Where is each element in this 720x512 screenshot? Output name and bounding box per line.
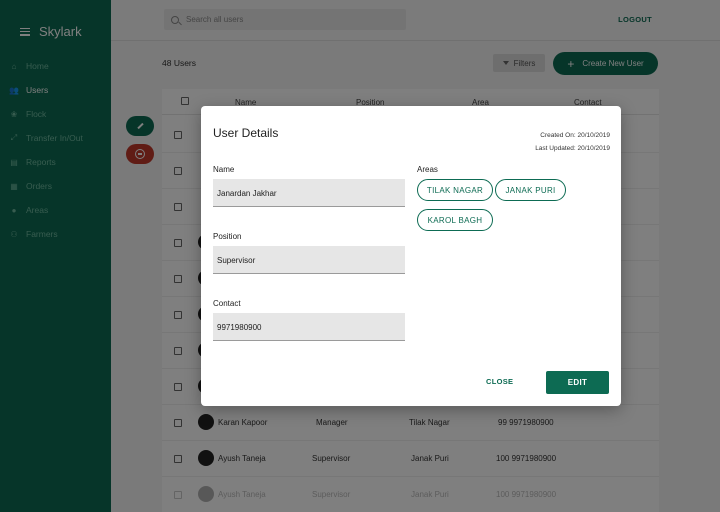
- user-details-modal: User Details Created On: 20/10/2019 Last…: [201, 106, 621, 406]
- last-updated: Last Updated: 20/10/2019: [535, 145, 610, 152]
- close-button[interactable]: CLOSE: [486, 377, 513, 386]
- area-chip[interactable]: TILAK NAGAR: [417, 179, 493, 201]
- position-label: Position: [213, 232, 242, 241]
- modal-meta: Created On: 20/10/2019 Last Updated: 20/…: [535, 129, 610, 155]
- areas-label: Areas: [417, 165, 438, 174]
- contact-field[interactable]: 9971980900: [213, 313, 405, 341]
- area-chip[interactable]: KAROL BAGH: [417, 209, 493, 231]
- modal-title: User Details: [213, 126, 279, 140]
- name-label: Name: [213, 165, 235, 174]
- edit-button[interactable]: EDIT: [546, 371, 609, 394]
- position-field[interactable]: Supervisor: [213, 246, 405, 274]
- name-field[interactable]: Janardan Jakhar: [213, 179, 405, 207]
- created-on: Created On: 20/10/2019: [540, 132, 610, 139]
- area-chip[interactable]: JANAK PURI: [495, 179, 566, 201]
- contact-label: Contact: [213, 299, 241, 308]
